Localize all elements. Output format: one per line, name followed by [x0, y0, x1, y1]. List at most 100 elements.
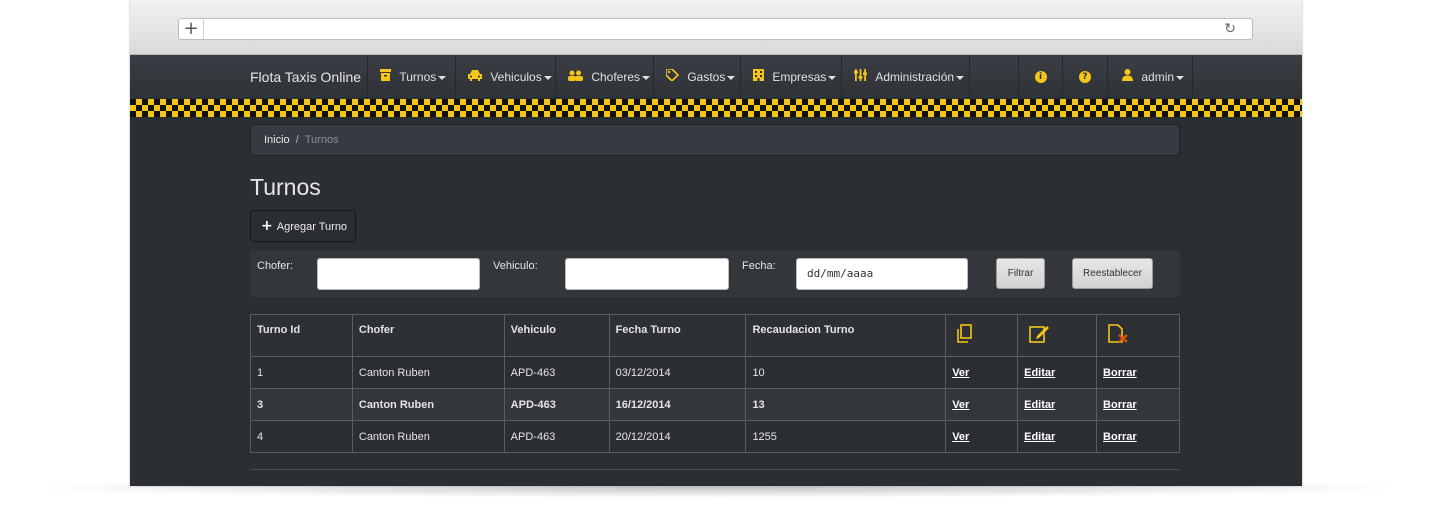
turnos-table: Turno Id Chofer Vehiculo Fecha Turno Rec… [250, 314, 1180, 453]
cell-turno-id: 1 [250, 356, 353, 389]
user-menu[interactable]: admin [1107, 55, 1193, 99]
fecha-filter-label: Fecha: [742, 260, 776, 272]
editar-link[interactable]: Editar [1024, 431, 1055, 443]
ver-link[interactable]: Ver [952, 367, 969, 379]
add-turno-label: Agregar Turno [276, 221, 348, 233]
chofer-filter-label: Chofer: [257, 260, 294, 272]
info-button[interactable]: i [1018, 55, 1062, 99]
view-document-icon [957, 324, 973, 343]
new-tab-icon[interactable]: + [179, 19, 204, 39]
nav-gastos-label: Gastos [687, 70, 726, 84]
nav-vehiculos-label: Vehiculos [490, 70, 542, 84]
tags-icon [665, 68, 682, 84]
cell-vehiculo: APD-463 [503, 356, 610, 389]
caret-down-icon [438, 75, 447, 80]
cell-borrar: Borrar [1096, 356, 1180, 389]
header-turno-id[interactable]: Turno Id [250, 314, 353, 357]
nav-vehiculos[interactable]: Vehiculos [455, 55, 555, 99]
cell-borrar: Borrar [1096, 388, 1180, 421]
cell-editar: Editar [1017, 420, 1098, 453]
fecha-filter-input[interactable]: dd/mm/aaaa [796, 258, 968, 290]
sliders-icon [854, 69, 870, 84]
user-name: admin [1141, 70, 1175, 84]
nav-administracion-label: Administración [875, 70, 955, 84]
chofer-filter-input[interactable] [317, 258, 480, 290]
ver-link[interactable]: Ver [952, 399, 969, 411]
cell-chofer: Canton Ruben [351, 388, 505, 421]
cell-editar: Editar [1017, 356, 1098, 389]
cell-recaudacion: 10 [745, 356, 947, 389]
cell-recaudacion: 1255 [745, 420, 947, 453]
table-row: 1 Canton Ruben APD-463 03/12/2014 10 Ver… [250, 356, 1180, 389]
header-view [945, 314, 1019, 357]
delete-document-icon [1108, 324, 1130, 343]
brand-link[interactable]: Flota Taxis Online [250, 55, 361, 99]
header-fecha-turno[interactable]: Fecha Turno [608, 314, 747, 357]
header-delete [1096, 314, 1180, 357]
user-icon [1122, 69, 1136, 84]
add-turno-button[interactable]: + Agregar Turno [250, 210, 356, 242]
main-navbar: Flota Taxis Online Turnos Vehiculos Chof… [130, 55, 1302, 99]
cell-vehiculo: APD-463 [503, 388, 610, 421]
borrar-link[interactable]: Borrar [1103, 367, 1137, 379]
cell-borrar: Borrar [1096, 420, 1180, 453]
nav-empresas[interactable]: Empresas [740, 55, 841, 99]
vehiculo-filter-label: Vehiculo: [493, 260, 538, 272]
vehiculo-filter-input[interactable] [565, 258, 729, 290]
header-recaudacion[interactable]: Recaudacion Turno [745, 314, 947, 357]
breadcrumb-home[interactable]: Inicio [264, 134, 290, 146]
nav-choferes[interactable]: Choferes [555, 55, 654, 99]
checkered-taxi-band [130, 99, 1302, 117]
editar-link[interactable]: Editar [1024, 367, 1055, 379]
table-row: 4 Canton Ruben APD-463 20/12/2014 1255 V… [250, 420, 1180, 453]
header-chofer[interactable]: Chofer [351, 314, 505, 357]
cell-ver: Ver [945, 356, 1019, 389]
nav-empresas-label: Empresas [772, 70, 827, 84]
caret-down-icon [543, 75, 552, 80]
table-row: 3 Canton Ruben APD-463 16/12/2014 13 Ver… [250, 388, 1180, 421]
nav-administracion[interactable]: Administración [841, 55, 969, 99]
cell-fecha: 20/12/2014 [608, 420, 747, 453]
reset-button[interactable]: Reestablecer [1072, 258, 1153, 289]
filter-bar: Chofer: Vehiculo: Fecha: dd/mm/aaaa Filt… [250, 251, 1180, 297]
cell-turno-id: 4 [250, 420, 353, 453]
caret-down-icon [727, 75, 736, 80]
breadcrumb-current: Turnos [304, 134, 339, 146]
nav-gastos[interactable]: Gastos [653, 55, 741, 99]
archive-icon [380, 69, 394, 84]
users-icon [568, 70, 586, 84]
cell-ver: Ver [945, 388, 1019, 421]
borrar-link[interactable]: Borrar [1103, 431, 1137, 443]
caret-down-icon [956, 75, 965, 80]
nav-choferes-label: Choferes [591, 70, 641, 84]
cell-editar: Editar [1017, 388, 1098, 421]
caret-down-icon [1176, 75, 1185, 80]
cell-ver: Ver [945, 420, 1019, 453]
page-title: Turnos [250, 174, 321, 200]
filter-button[interactable]: Filtrar [996, 258, 1045, 289]
table-header-row: Turno Id Chofer Vehiculo Fecha Turno Rec… [250, 314, 1180, 357]
caret-down-icon [828, 75, 837, 80]
nav-turnos-label: Turnos [399, 70, 437, 84]
reload-icon[interactable]: ↻ [1224, 20, 1236, 38]
cell-chofer: Canton Ruben [351, 356, 505, 389]
address-bar[interactable]: + ↻ [178, 18, 1253, 40]
nav-turnos[interactable]: Turnos [367, 55, 456, 99]
cell-fecha: 16/12/2014 [608, 388, 747, 421]
ver-link[interactable]: Ver [952, 431, 969, 443]
car-icon [468, 70, 485, 84]
breadcrumb-separator: / [295, 134, 299, 146]
help-button[interactable]: ? [1062, 55, 1107, 99]
footer-divider [250, 469, 1180, 470]
breadcrumb: Inicio / Turnos [250, 124, 1180, 156]
edit-document-icon [1029, 324, 1051, 343]
browser-window: + ↻ Flota Taxis Online Turnos Vehiculos … [130, 0, 1302, 486]
cell-turno-id: 3 [250, 388, 353, 421]
borrar-link[interactable]: Borrar [1103, 399, 1137, 411]
plus-icon: + [261, 218, 273, 234]
editar-link[interactable]: Editar [1024, 399, 1055, 411]
header-vehiculo[interactable]: Vehiculo [503, 314, 610, 357]
nav-spacer [969, 55, 1019, 99]
cell-chofer: Canton Ruben [351, 420, 505, 453]
cell-recaudacion: 13 [745, 388, 947, 421]
